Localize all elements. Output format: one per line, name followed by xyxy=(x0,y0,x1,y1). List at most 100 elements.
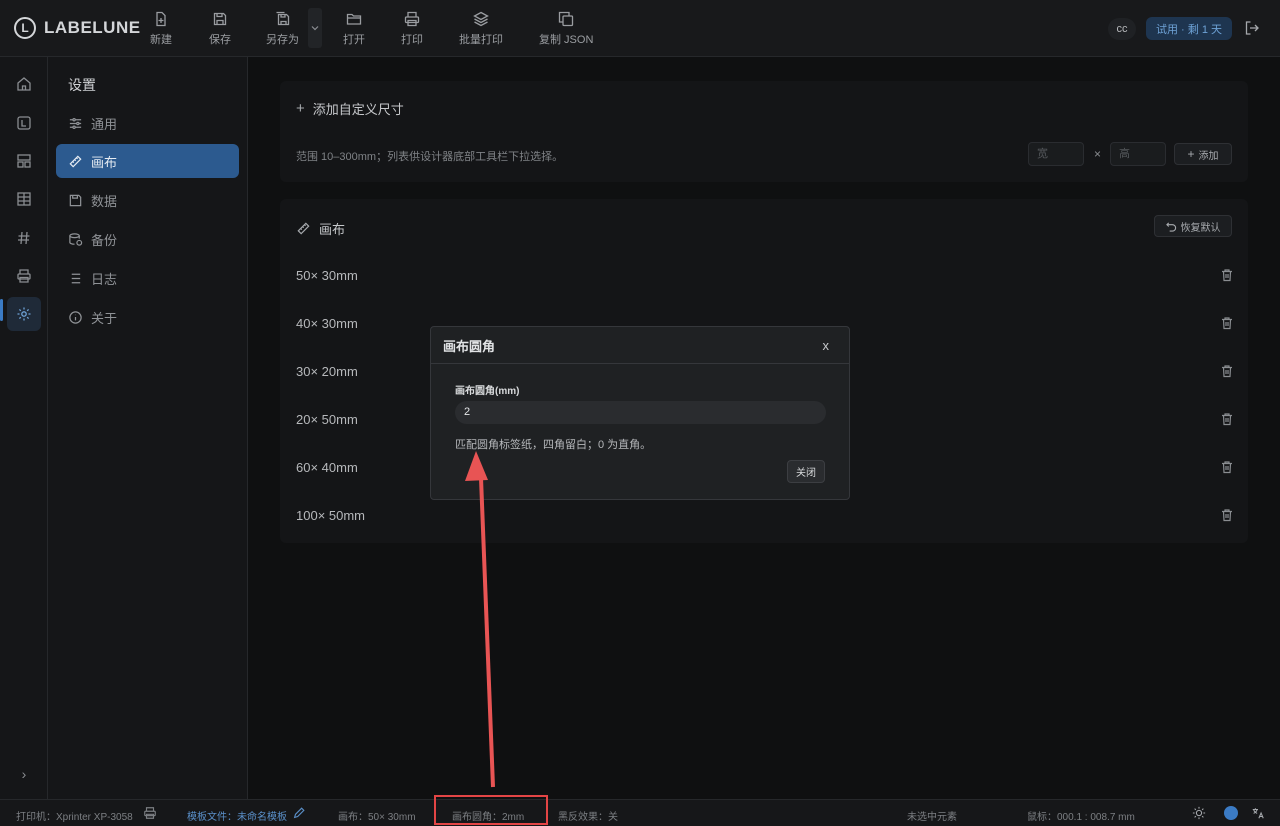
open-button[interactable]: 打开 xyxy=(343,11,365,47)
sidebar-item-canvas[interactable]: 画布 xyxy=(56,144,239,178)
trash-icon[interactable] xyxy=(1220,268,1234,282)
sliders-icon xyxy=(69,117,82,129)
list-icon xyxy=(71,273,81,283)
sidebar-item-backup[interactable]: 备份 xyxy=(56,222,239,256)
logo-mark: L xyxy=(14,17,36,39)
reset-default-button[interactable]: 恢复默认 xyxy=(1154,215,1232,237)
save-label: 保存 xyxy=(209,34,231,46)
save-as-button[interactable]: 另存为 xyxy=(266,11,299,47)
sidebar-item-logs[interactable]: 日志 xyxy=(56,261,239,295)
reset-default-label: 恢复默认 xyxy=(1180,222,1221,234)
printer-icon xyxy=(17,269,31,283)
batch-print-button[interactable]: 批量打印 xyxy=(459,11,503,47)
close-icon[interactable]: x xyxy=(823,338,830,353)
canvas-size-label: 100× 50mm xyxy=(296,507,366,523)
copy-icon xyxy=(559,11,574,27)
add-size-button[interactable]: + 添加 xyxy=(1174,143,1232,165)
rail-layout[interactable] xyxy=(7,144,41,178)
canvas-size-label: 60× 40mm xyxy=(296,459,358,475)
corner-radius-dialog: 画布圆角 x 画布圆角(mm) 2 匹配圆角标签纸，四角留白；0 为直角。 关闭 xyxy=(430,326,850,500)
printer-icon xyxy=(404,11,420,27)
layers-icon xyxy=(473,11,489,27)
trial-badge[interactable]: 试用 · 剩 1 天 xyxy=(1146,17,1232,40)
save-button[interactable]: 保存 xyxy=(209,11,231,47)
sidebar-item-data[interactable]: 数据 xyxy=(56,183,239,217)
logout-icon[interactable] xyxy=(1244,20,1260,36)
rail-labels[interactable] xyxy=(7,106,41,140)
plus-icon: + xyxy=(1187,147,1195,161)
trash-icon[interactable] xyxy=(1220,364,1234,378)
custom-size-header[interactable]: + 添加自定义尺寸 xyxy=(296,99,404,118)
folder-open-icon xyxy=(346,13,362,25)
dialog-close-button[interactable]: 关闭 xyxy=(787,460,825,483)
print-label: 打印 xyxy=(401,34,423,46)
trash-icon[interactable] xyxy=(1220,508,1234,522)
database-icon xyxy=(69,194,82,206)
undo-icon xyxy=(1165,221,1176,232)
add-size-label: 添加 xyxy=(1198,150,1219,162)
sidebar-item-label: 日志 xyxy=(91,271,118,287)
rail-hash[interactable] xyxy=(7,221,41,255)
home-icon xyxy=(17,77,31,91)
height-input[interactable]: 高 xyxy=(1110,142,1166,166)
times-sign: × xyxy=(1094,147,1102,161)
save-as-icon xyxy=(276,11,289,26)
plus-icon: + xyxy=(296,100,305,117)
sidebar-item-about[interactable]: 关于 xyxy=(56,300,239,334)
table-icon xyxy=(17,192,31,206)
new-label: 新建 xyxy=(150,34,172,46)
sidebar-item-general[interactable]: 通用 xyxy=(56,106,239,140)
dialog-header: 画布圆角 x xyxy=(431,327,849,364)
trash-icon[interactable] xyxy=(1220,316,1234,330)
translate-icon[interactable] xyxy=(1251,806,1265,820)
status-printer[interactable]: 打印机：Xprinter XP-3058 xyxy=(16,808,133,823)
batch-print-label: 批量打印 xyxy=(459,34,503,46)
status-bar: 打印机：Xprinter XP-3058 模板文件：未命名模板 画布：50× 3… xyxy=(0,799,1280,826)
backup-icon xyxy=(69,232,83,246)
sidebar-item-label: 通用 xyxy=(91,116,118,132)
rail-table[interactable] xyxy=(7,182,41,216)
sidebar-item-label: 数据 xyxy=(91,193,118,209)
status-template[interactable]: 模板文件：未命名模板 xyxy=(187,808,287,823)
canvas-size-row: 50× 30mm xyxy=(296,251,1234,299)
brand-name: LABELUNE xyxy=(44,18,141,37)
custom-size-panel: + 添加自定义尺寸 范围 10–300mm；列表供设计器底部工具栏下拉选择。 宽… xyxy=(280,81,1248,182)
sun-icon[interactable] xyxy=(1192,806,1206,820)
canvas-size-label: 20× 50mm xyxy=(296,411,358,427)
printer-icon xyxy=(144,807,156,819)
copy-json-button[interactable]: 复制 JSON xyxy=(539,11,593,47)
hash-icon xyxy=(18,231,30,245)
canvas-list-title: 画布 xyxy=(319,222,346,237)
status-selection: 未选中元素 xyxy=(907,812,957,823)
rail-home[interactable] xyxy=(7,67,41,101)
canvas-size-label: 50× 30mm xyxy=(296,267,358,283)
label-icon xyxy=(17,116,31,130)
new-button[interactable]: 新建 xyxy=(150,11,172,47)
custom-size-title: 添加自定义尺寸 xyxy=(312,102,404,117)
app-logo: L LABELUNE xyxy=(14,16,141,40)
canvas-size-label: 40× 30mm xyxy=(296,315,358,331)
chevron-down-icon xyxy=(311,26,319,31)
trash-icon[interactable] xyxy=(1220,460,1234,474)
status-template-label: 模板文件： xyxy=(187,812,237,823)
user-avatar[interactable]: cc xyxy=(1108,18,1136,40)
rail-printer[interactable] xyxy=(7,259,41,293)
status-invert[interactable]: 黑反效果：关 xyxy=(558,808,618,823)
custom-size-hint: 范围 10–300mm；列表供设计器底部工具栏下拉选择。 xyxy=(296,151,564,163)
width-input[interactable]: 宽 xyxy=(1028,142,1084,166)
status-canvas[interactable]: 画布：50× 30mm xyxy=(338,808,416,823)
rail-active-indicator xyxy=(0,299,3,321)
sidebar-item-label: 关于 xyxy=(91,310,118,326)
rail-settings[interactable] xyxy=(7,297,41,331)
canvas-size-label: 30× 20mm xyxy=(296,363,358,379)
trash-icon[interactable] xyxy=(1220,412,1234,426)
open-label: 打开 xyxy=(343,34,365,46)
pencil-icon[interactable] xyxy=(292,806,306,820)
save-as-dropdown[interactable] xyxy=(308,8,322,48)
print-button[interactable]: 打印 xyxy=(401,11,423,47)
expand-rail-icon[interactable]: › xyxy=(14,766,34,786)
sidebar-title: 设置 xyxy=(68,77,96,93)
theme-color-dot[interactable] xyxy=(1224,806,1238,820)
save-as-label: 另存为 xyxy=(266,34,299,46)
corner-radius-input[interactable]: 2 xyxy=(455,401,826,424)
